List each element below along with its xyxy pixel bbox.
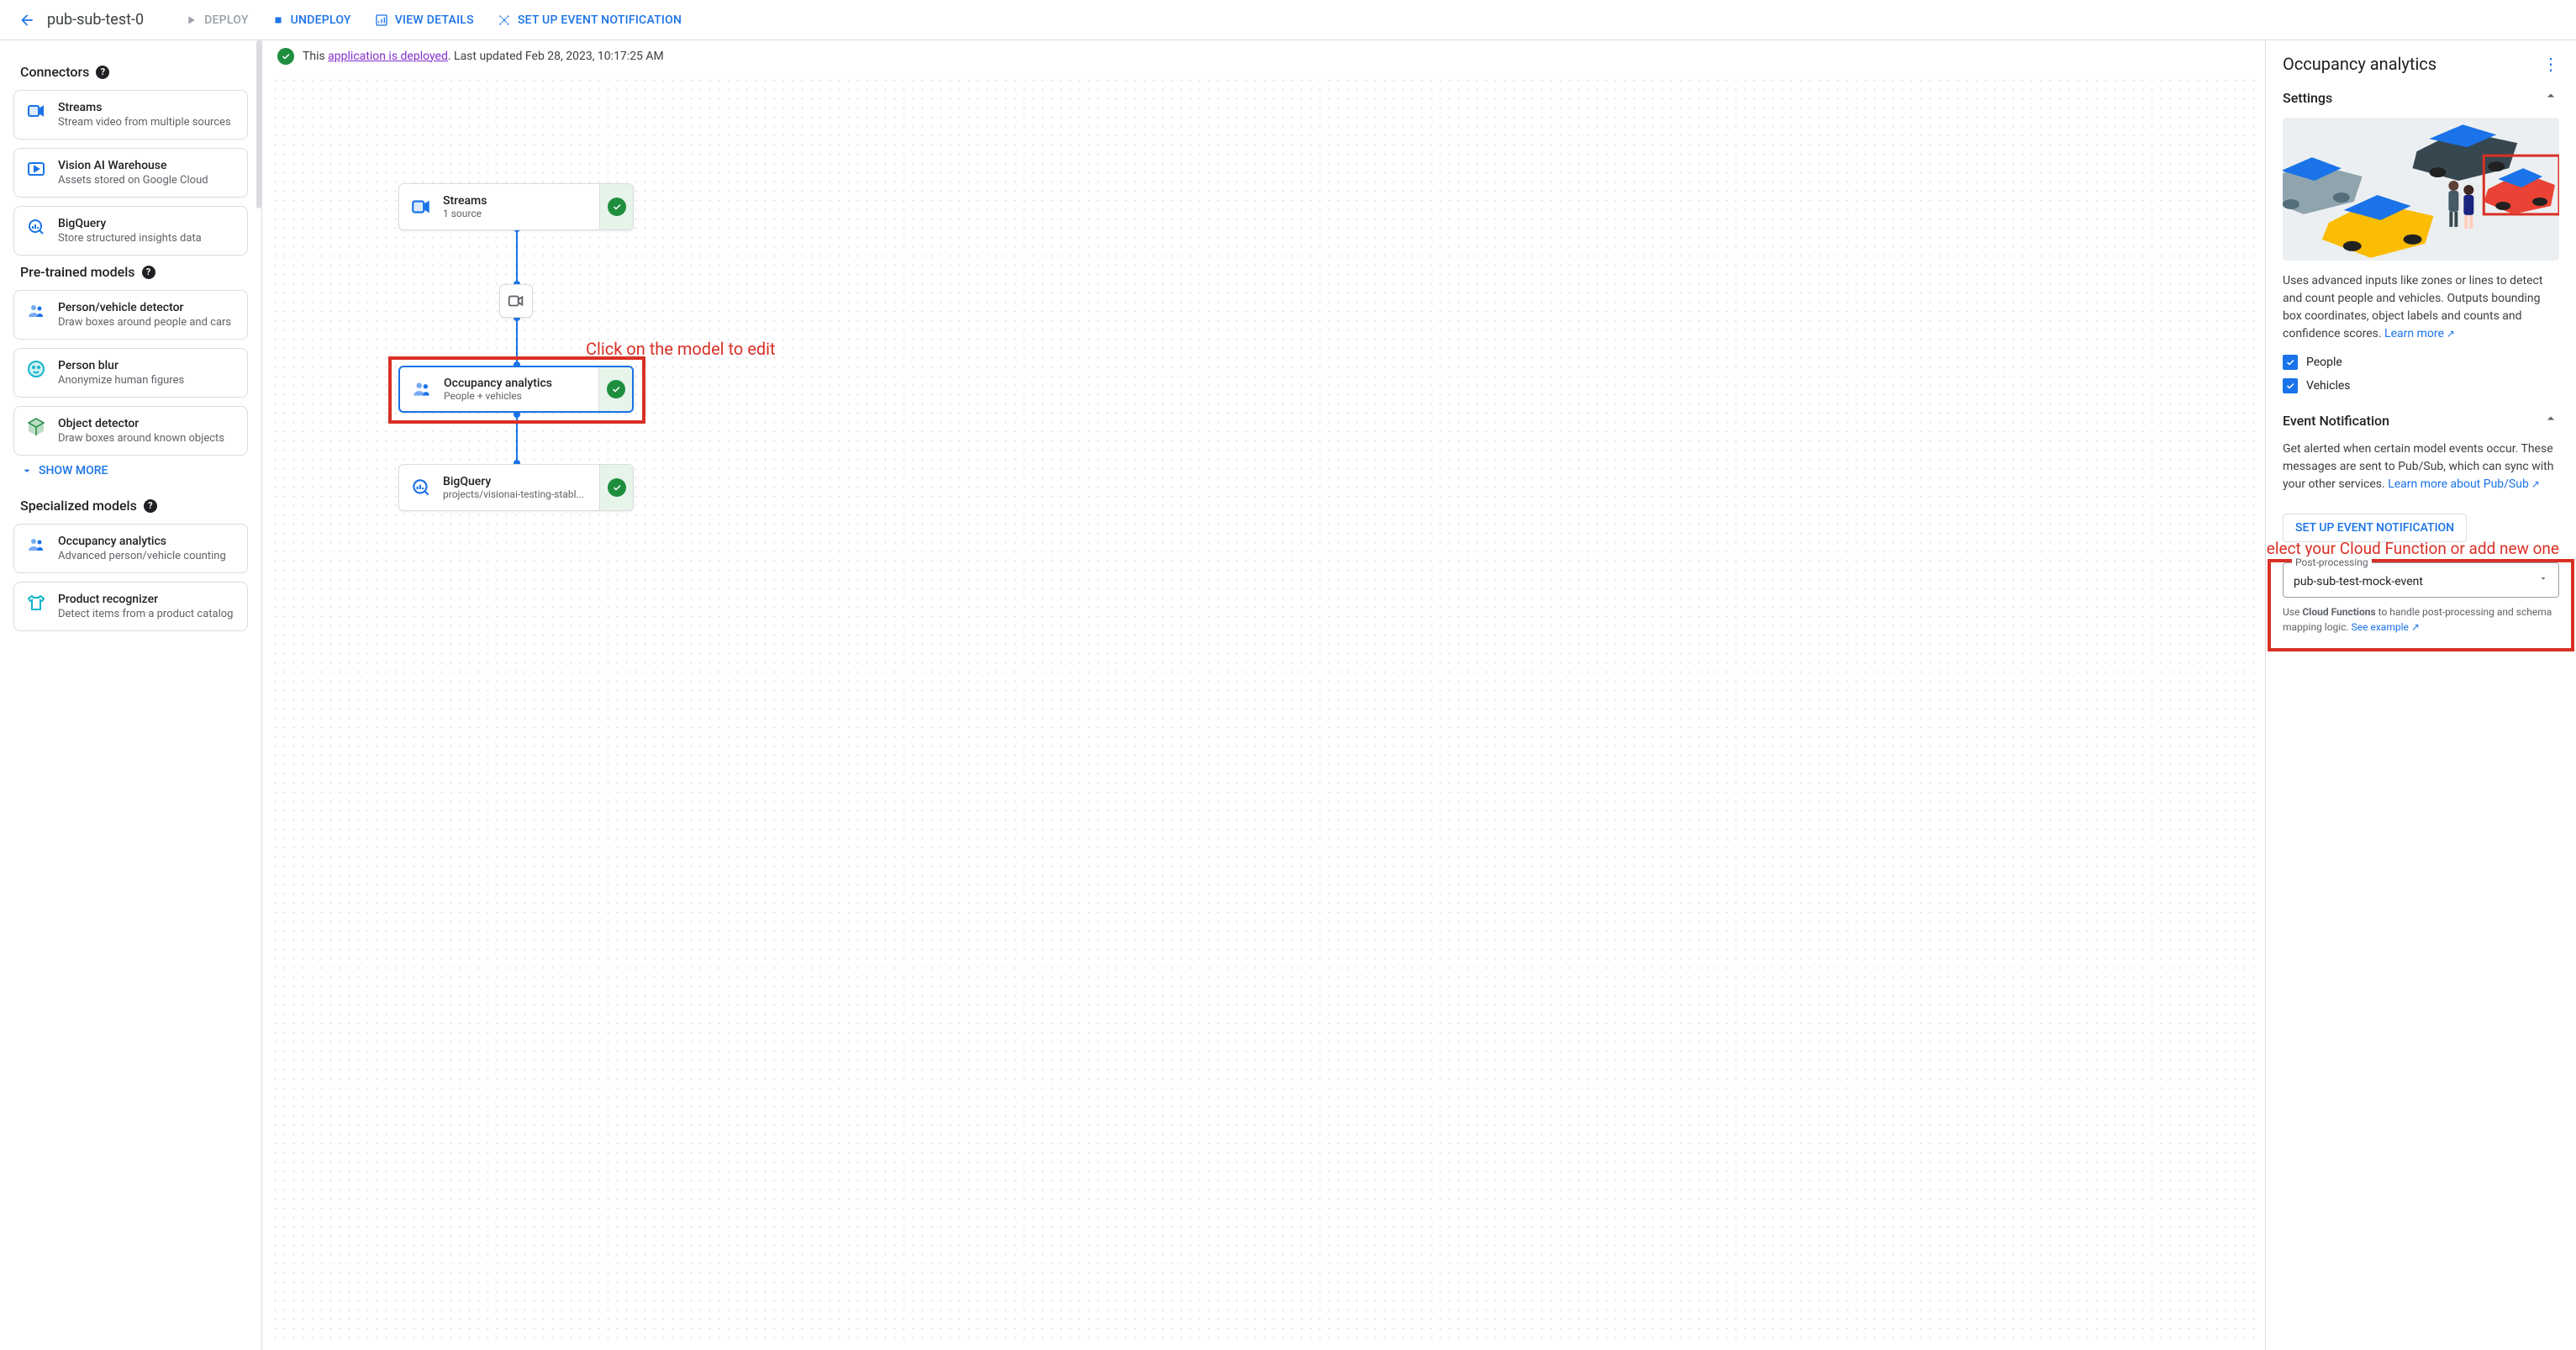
help-icon[interactable]: ? [144, 499, 157, 513]
chevron-up-icon[interactable] [2542, 410, 2559, 430]
more-menu-icon[interactable]: ⋮ [2542, 54, 2559, 74]
back-button[interactable] [13, 7, 40, 34]
annotation-text: Select your Cloud Function or add new on… [2265, 539, 2559, 558]
help-icon[interactable]: ? [96, 66, 109, 79]
check-icon [608, 198, 626, 216]
status-banner: This application is deployed. Last updat… [262, 40, 2265, 72]
video-icon [409, 195, 433, 219]
deploy-button: DEPLOY [184, 13, 249, 27]
pubsub-link[interactable]: Learn more about Pub/Sub [2388, 477, 2540, 491]
checkbox-vehicles-label: Vehicles [2306, 379, 2351, 393]
sidebar-item-product-recognizer[interactable]: Product recognizerDetect items from a pr… [13, 582, 248, 631]
setup-event-button[interactable]: SET UP EVENT NOTIFICATION [2283, 514, 2467, 542]
checkbox-people[interactable] [2283, 355, 2298, 370]
play-rect-icon [26, 159, 46, 179]
sidebar-item-occupancy[interactable]: Occupancy analyticsAdvanced person/vehic… [13, 524, 248, 573]
learn-more-link[interactable]: Learn more [2384, 327, 2455, 340]
sidebar-item-person-vehicle[interactable]: Person/vehicle detectorDraw boxes around… [13, 290, 248, 340]
view-details-button[interactable]: VIEW DETAILS [375, 13, 474, 27]
bigquery-icon [26, 217, 46, 237]
setup-event-notification-button[interactable]: SET UP EVENT NOTIFICATION [498, 13, 682, 27]
chevron-up-icon[interactable] [2542, 87, 2559, 108]
right-panel: Occupancy analytics ⋮ Settings [2265, 40, 2576, 1350]
annotation-text: Click on the model to edit [586, 339, 776, 359]
sidebar-item-bigquery[interactable]: BigQueryStore structured insights data [13, 206, 248, 256]
mid-video-icon[interactable] [499, 284, 533, 318]
deployed-link[interactable]: application is deployed [328, 50, 448, 63]
app-title: pub-sub-test-0 [47, 11, 144, 29]
settings-description: Uses advanced inputs like zones or lines… [2283, 272, 2559, 343]
illustration [2283, 118, 2559, 261]
show-more-button[interactable]: SHOW MORE [20, 464, 248, 477]
annotation-box [388, 356, 645, 424]
people-icon [26, 301, 46, 321]
event-notification-heading: Event Notification [2283, 413, 2389, 429]
sidebar-item-object-detector[interactable]: Object detectorDraw boxes around known o… [13, 406, 248, 456]
sidebar: Connectors ? StreamsStream video from mu… [0, 40, 262, 1350]
check-icon [608, 478, 626, 497]
dropdown-arrow-icon [2538, 573, 2548, 587]
checkbox-people-label: People [2306, 356, 2342, 369]
sidebar-item-warehouse[interactable]: Vision AI WarehouseAssets stored on Goog… [13, 148, 248, 198]
edge [516, 229, 518, 284]
sidebar-item-streams[interactable]: StreamsStream video from multiple source… [13, 90, 248, 140]
node-bigquery[interactable]: BigQueryprojects/visionai-testing-stabl.… [398, 464, 634, 511]
undeploy-button[interactable]: UNDEPLOY [272, 13, 351, 27]
checkbox-vehicles[interactable] [2283, 378, 2298, 393]
sidebar-item-person-blur[interactable]: Person blurAnonymize human figures [13, 348, 248, 398]
face-icon [26, 359, 46, 379]
help-icon[interactable]: ? [142, 266, 155, 279]
panel-title: Occupancy analytics [2283, 54, 2436, 74]
cube-icon [26, 417, 46, 437]
connectors-heading: Connectors ? [20, 64, 248, 80]
shirt-icon [26, 593, 46, 613]
specialized-heading: Specialized models ? [20, 498, 248, 514]
node-streams[interactable]: Streams1 source [398, 183, 634, 230]
video-icon [26, 101, 46, 121]
bigquery-icon [409, 476, 433, 499]
check-icon [277, 48, 294, 65]
canvas[interactable]: This application is deployed. Last updat… [262, 40, 2265, 1350]
event-description: Get alerted when certain model events oc… [2283, 440, 2559, 493]
pretrained-heading: Pre-trained models ? [20, 264, 248, 280]
people-icon [26, 535, 46, 555]
settings-heading: Settings [2283, 90, 2332, 106]
post-processing-select[interactable]: Post-processing pub-sub-test-mock-event [2283, 562, 2559, 598]
